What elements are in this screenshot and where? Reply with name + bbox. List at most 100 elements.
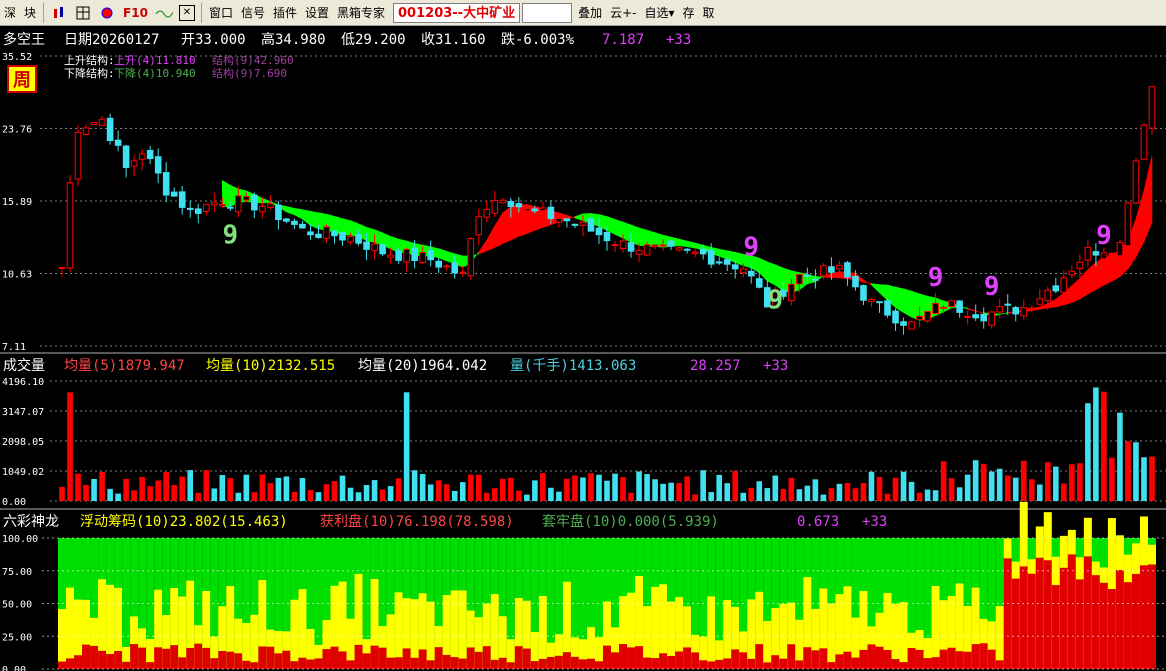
stock-code-box[interactable]: 001203--大中矿业 — [393, 2, 521, 23]
candle-body — [387, 254, 394, 258]
menu-cloud[interactable]: 云+- — [606, 3, 640, 23]
chip-profit-bar — [154, 647, 163, 669]
candle-body — [868, 298, 875, 302]
chip-profit-bar — [1003, 558, 1012, 669]
chip-profit-bar — [707, 661, 716, 669]
menu-blackbox[interactable]: 黑箱专家 — [333, 3, 389, 23]
menu-plugin[interactable]: 插件 — [269, 3, 301, 23]
candle-body — [419, 252, 426, 264]
color-icon[interactable] — [98, 4, 116, 22]
candle-body — [571, 223, 579, 226]
ma-band-segment — [310, 210, 319, 230]
chart-area[interactable]: 多空王 日期20260127 开33.000 高34.980 低29.200 收… — [0, 26, 1166, 671]
menu-settings[interactable]: 设置 — [301, 3, 333, 23]
menu-save[interactable]: 存 — [679, 3, 699, 23]
candle-body — [82, 127, 90, 135]
tb-deep[interactable]: 深 — [0, 3, 20, 23]
chip-profit-bar — [282, 650, 291, 669]
candle-body — [916, 315, 923, 321]
ma-band-segment — [895, 286, 904, 314]
candle-body — [812, 278, 819, 281]
chip-profit-bar — [146, 662, 155, 669]
chip-profit-bar — [611, 652, 620, 669]
chip-profit-bar — [594, 661, 603, 669]
chip-profit-bar — [442, 654, 451, 669]
candle-body — [1100, 252, 1108, 260]
volume-bars — [59, 387, 1155, 501]
candle-body — [491, 199, 499, 214]
chip-profit-bar — [699, 660, 708, 669]
chip-profit-bar — [747, 658, 756, 669]
chip-profit-bar — [1115, 570, 1124, 669]
chip-profit-bar — [370, 645, 379, 669]
volume-bar — [716, 474, 723, 501]
chip-profit-bar — [546, 656, 555, 669]
volume-bar — [387, 486, 394, 501]
nine-count-label: 9 — [984, 272, 1000, 302]
wave-icon[interactable] — [155, 4, 173, 22]
volume-bar — [692, 494, 698, 501]
candle-body — [587, 218, 595, 232]
chip-profit-bar — [859, 649, 868, 669]
volume-bar — [275, 477, 282, 501]
candle-body — [291, 220, 298, 225]
candle-body — [820, 265, 827, 277]
volume-bar — [1036, 484, 1043, 501]
tb-f10[interactable]: F10 — [119, 3, 152, 23]
volume-bar — [652, 479, 658, 501]
chip-profit-bar — [314, 658, 323, 669]
chip-profit-bar — [450, 657, 459, 669]
chip-profit-bar — [1067, 554, 1076, 669]
candle-body — [106, 117, 114, 142]
ma-band-segment — [302, 209, 311, 227]
chip-float-bar — [490, 594, 499, 669]
volume-bar — [756, 481, 763, 501]
grid-icon[interactable] — [74, 4, 92, 22]
price-tick-label: 10.63 — [2, 269, 32, 280]
volume-bar — [259, 474, 266, 501]
menu-window[interactable]: 窗口 — [205, 3, 237, 23]
chip-float-bar — [290, 599, 299, 669]
chip-float-bar — [538, 596, 547, 669]
candle-body — [178, 191, 186, 208]
input-box[interactable] — [522, 2, 573, 23]
chip-profit-bar — [955, 651, 964, 669]
volume-bar — [500, 478, 506, 501]
candle-body — [627, 242, 635, 252]
candle-body — [523, 208, 531, 212]
chip-profit-bar — [386, 657, 395, 669]
tb-block[interactable]: 块 — [20, 3, 40, 23]
candle-body — [683, 248, 691, 251]
volume-bar — [83, 484, 89, 501]
volume-bar — [884, 493, 891, 501]
candle-body — [227, 206, 234, 209]
candle-body — [611, 244, 619, 247]
chip-profit-bar — [627, 647, 636, 669]
close-icon[interactable]: ✕ — [178, 4, 195, 21]
candle-body — [555, 217, 563, 223]
volume-bar — [427, 484, 434, 501]
menu-signal[interactable]: 信号 — [237, 3, 269, 23]
vol-qty: 量(千手)1413.063 — [510, 358, 636, 374]
chip-profit-bar — [1051, 585, 1060, 669]
menu-watchlist[interactable]: 自选▾ — [641, 3, 679, 23]
volume-bar — [267, 483, 274, 501]
volume-bar — [171, 485, 178, 501]
ma-band-segment — [646, 229, 656, 247]
chip-profit-bar — [242, 660, 251, 669]
menu-load[interactable]: 取 — [699, 3, 719, 23]
volume-bar — [636, 471, 642, 501]
candle-icon[interactable] — [50, 4, 68, 22]
candle-body — [194, 208, 202, 214]
candle-body — [836, 264, 843, 270]
candle-body — [1148, 86, 1156, 129]
candle-body — [307, 231, 314, 236]
menu-overlay[interactable]: 叠加 — [574, 3, 606, 23]
chip-float-bar — [931, 585, 940, 669]
chip-profit-bar — [362, 653, 371, 669]
volume-bar — [524, 494, 530, 501]
candle-body — [1116, 242, 1124, 257]
candle-body — [475, 216, 483, 236]
volume-bar — [1004, 475, 1011, 501]
candle-body — [90, 122, 98, 126]
